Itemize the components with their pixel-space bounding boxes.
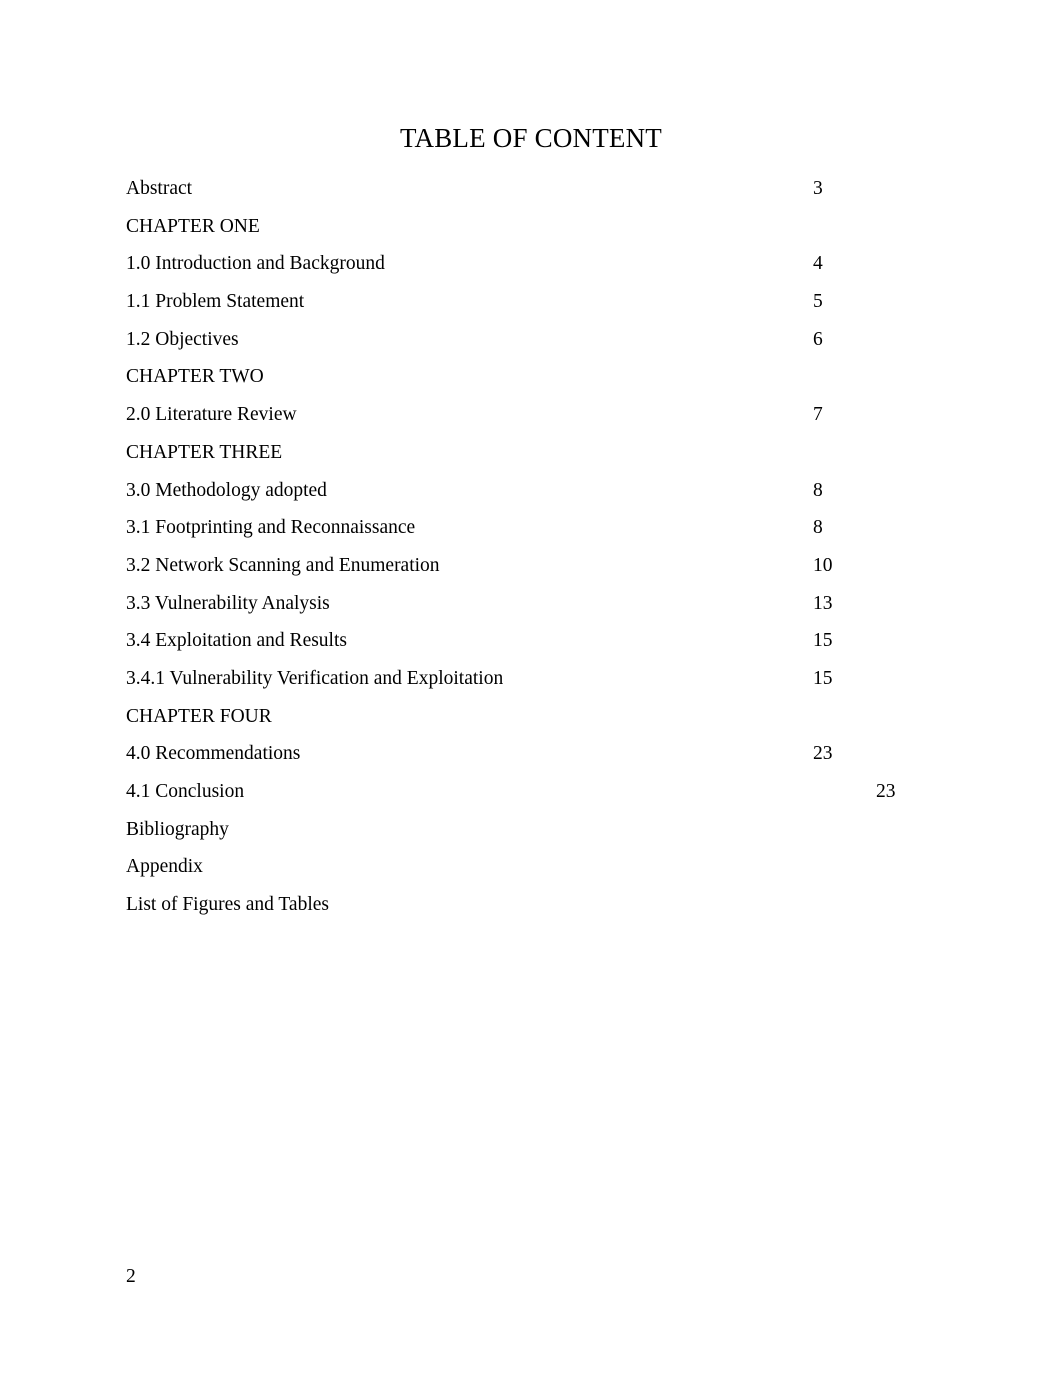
toc-entry-label: 1.1 Problem Statement <box>126 291 305 313</box>
toc-entry-page-number: 8 <box>813 479 823 501</box>
toc-entry-label: 3.2 Network Scanning and Enumeration <box>126 554 440 576</box>
toc-entry-page-number: 23 <box>813 743 833 765</box>
toc-entry-page-number: 3 <box>813 178 823 199</box>
toc-entry-page-number: 15 <box>813 667 833 689</box>
toc-entry[interactable]: 3.1 Footprinting and Reconnaissance 8 <box>126 509 986 547</box>
page-number-footer: 2 <box>126 1266 136 1287</box>
table-of-contents: Abstract 3 CHAPTER ONE 1.0 Introduction and… <box>126 170 986 924</box>
toc-entry[interactable]: 3.2 Network Scanning and Enumeration 10 <box>126 547 986 585</box>
toc-entry[interactable]: Abstract 3 <box>126 170 986 208</box>
toc-entry[interactable]: 3.3 Vulnerability Analysis 13 <box>126 585 986 623</box>
toc-entry-label: CHAPTER THREE <box>126 441 283 463</box>
toc-entry[interactable]: 1.1 Problem Statement 5 <box>126 283 986 321</box>
toc-entry[interactable]: List of Figures and Tables <box>126 886 986 924</box>
toc-entry-label: 1.2 Objectives <box>126 328 239 350</box>
toc-entry-label: 3.3 Vulnerability Analysis <box>126 592 330 614</box>
toc-entry-label: CHAPTER TWO <box>126 366 264 388</box>
toc-entry-label: 3.1 Footprinting and Reconnaissance <box>126 517 416 539</box>
toc-entry[interactable]: Appendix <box>126 848 986 886</box>
toc-entry-page-number: 10 <box>813 554 833 576</box>
toc-entry-page-number: 15 <box>813 630 833 652</box>
toc-entry-page-number: 13 <box>813 592 833 614</box>
toc-entry-page-number: 4 <box>813 253 823 275</box>
toc-entry[interactable]: 3.0 Methodology adopted 8 <box>126 472 986 510</box>
toc-entry-page-number: 6 <box>813 328 823 350</box>
toc-entry-label: 3.4.1 Vulnerability Verification and Exp… <box>126 667 504 689</box>
toc-entry-label: Abstract <box>126 178 193 199</box>
document-page: TABLE OF CONTENT Abstract 3 CHAPTER ONE 1.0… <box>0 0 1062 1376</box>
toc-entry-label: Bibliography <box>126 818 229 840</box>
toc-entry[interactable]: 1.2 Objectives 6 <box>126 321 986 359</box>
toc-entry[interactable]: CHAPTER THREE <box>126 434 986 472</box>
toc-entry-page-number: 23 <box>876 781 896 802</box>
toc-entry-page-number: 7 <box>813 404 823 426</box>
toc-entry[interactable]: 1.0 Introduction and Background 4 <box>126 245 986 283</box>
toc-entry-page-number: 8 <box>813 517 823 539</box>
toc-entry[interactable]: CHAPTER ONE <box>126 208 986 246</box>
toc-entry-label: 4.0 Recommendations <box>126 743 301 765</box>
toc-entry-label: List of Figures and Tables <box>126 894 329 916</box>
toc-entry[interactable]: 4.0 Recommendations 23 <box>126 735 986 773</box>
toc-entry-label: 2.0 Literature Review <box>126 404 297 426</box>
toc-entry-label: CHAPTER FOUR <box>126 705 272 727</box>
toc-entry-label: 3.0 Methodology adopted <box>126 479 327 501</box>
toc-entry-label: 1.0 Introduction and Background <box>126 253 385 275</box>
toc-entry-label: 4.1 Conclusion <box>126 781 245 802</box>
toc-entry[interactable]: CHAPTER TWO <box>126 358 986 396</box>
toc-entry-label: CHAPTER ONE <box>126 215 260 237</box>
toc-entry[interactable]: 4.1 Conclusion 23 <box>126 773 986 811</box>
toc-entry[interactable]: CHAPTER FOUR <box>126 698 986 736</box>
toc-entry[interactable]: Bibliography <box>126 811 986 849</box>
toc-entry-label: Appendix <box>126 856 203 878</box>
toc-entry-label: 3.4 Exploitation and Results <box>126 630 347 652</box>
toc-entry[interactable]: 3.4 Exploitation and Results 15 <box>126 622 986 660</box>
toc-entry-page-number: 5 <box>813 291 823 313</box>
page-title: TABLE OF CONTENT <box>399 123 663 153</box>
toc-entry[interactable]: 3.4.1 Vulnerability Verification and Exp… <box>126 660 986 698</box>
toc-entry[interactable]: 2.0 Literature Review 7 <box>126 396 986 434</box>
